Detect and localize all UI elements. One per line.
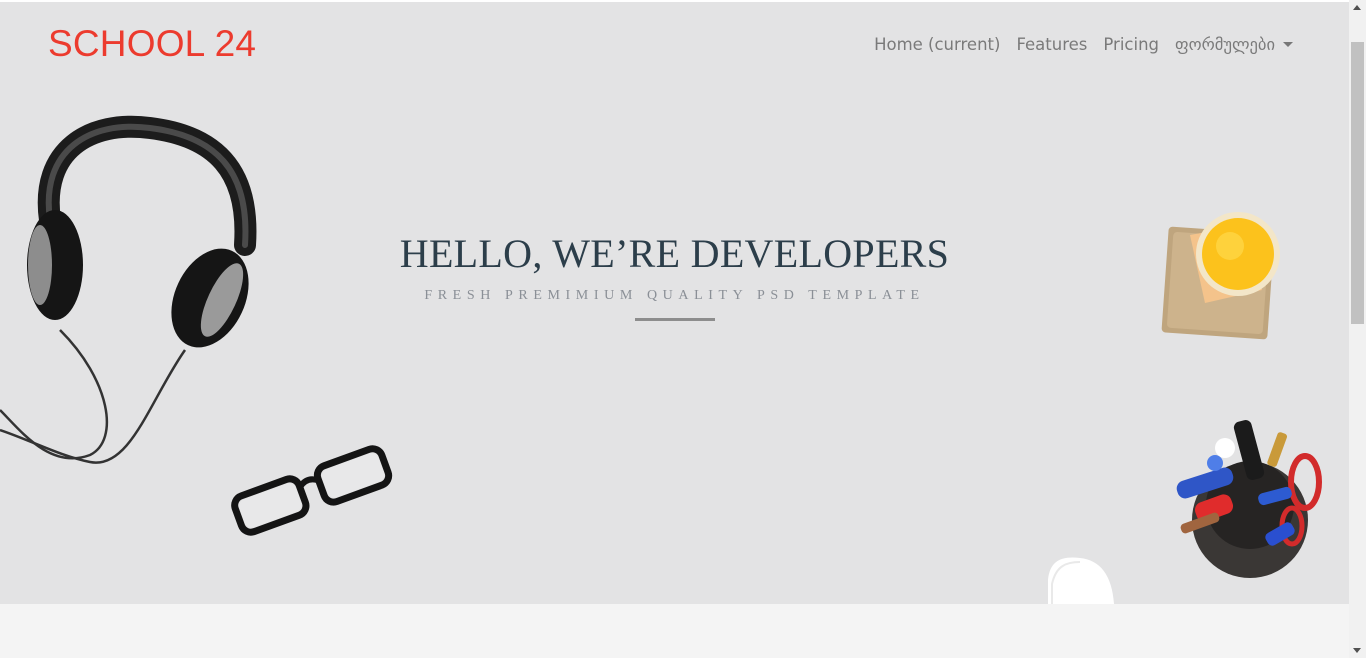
next-section <box>0 604 1349 658</box>
nav-home[interactable]: Home (current) <box>874 33 1000 57</box>
nav-features[interactable]: Features <box>1016 33 1087 57</box>
hero-subline: FRESH PREMIMIUM QUALITY PSD TEMPLATE <box>424 288 925 303</box>
nav-pricing[interactable]: Pricing <box>1103 33 1159 57</box>
glasses-icon <box>231 445 393 536</box>
brand-logo[interactable]: SCHOOL 24 <box>48 22 256 66</box>
nav-formulas-label: ფორმულები <box>1175 35 1275 54</box>
hero-section: SCHOOL 24 Home (current) Features Pricin… <box>0 0 1349 604</box>
caret-down-icon <box>1283 42 1293 47</box>
pen-holder-icon <box>1176 420 1322 578</box>
main-nav: Home (current) Features Pricing ფორმულებ… <box>858 33 1293 57</box>
hero-divider <box>635 318 715 321</box>
scroll-down-icon[interactable] <box>1353 648 1361 653</box>
scroll-up-icon[interactable] <box>1353 5 1361 10</box>
nav-formulas-dropdown[interactable]: ფორმულები <box>1175 33 1293 57</box>
page-scrollbar[interactable] <box>1349 0 1366 658</box>
scroll-thumb[interactable] <box>1351 42 1364 324</box>
mouse-icon <box>1048 557 1114 604</box>
hero-headline: HELLO, WE’RE DEVELOPERS <box>399 231 950 276</box>
